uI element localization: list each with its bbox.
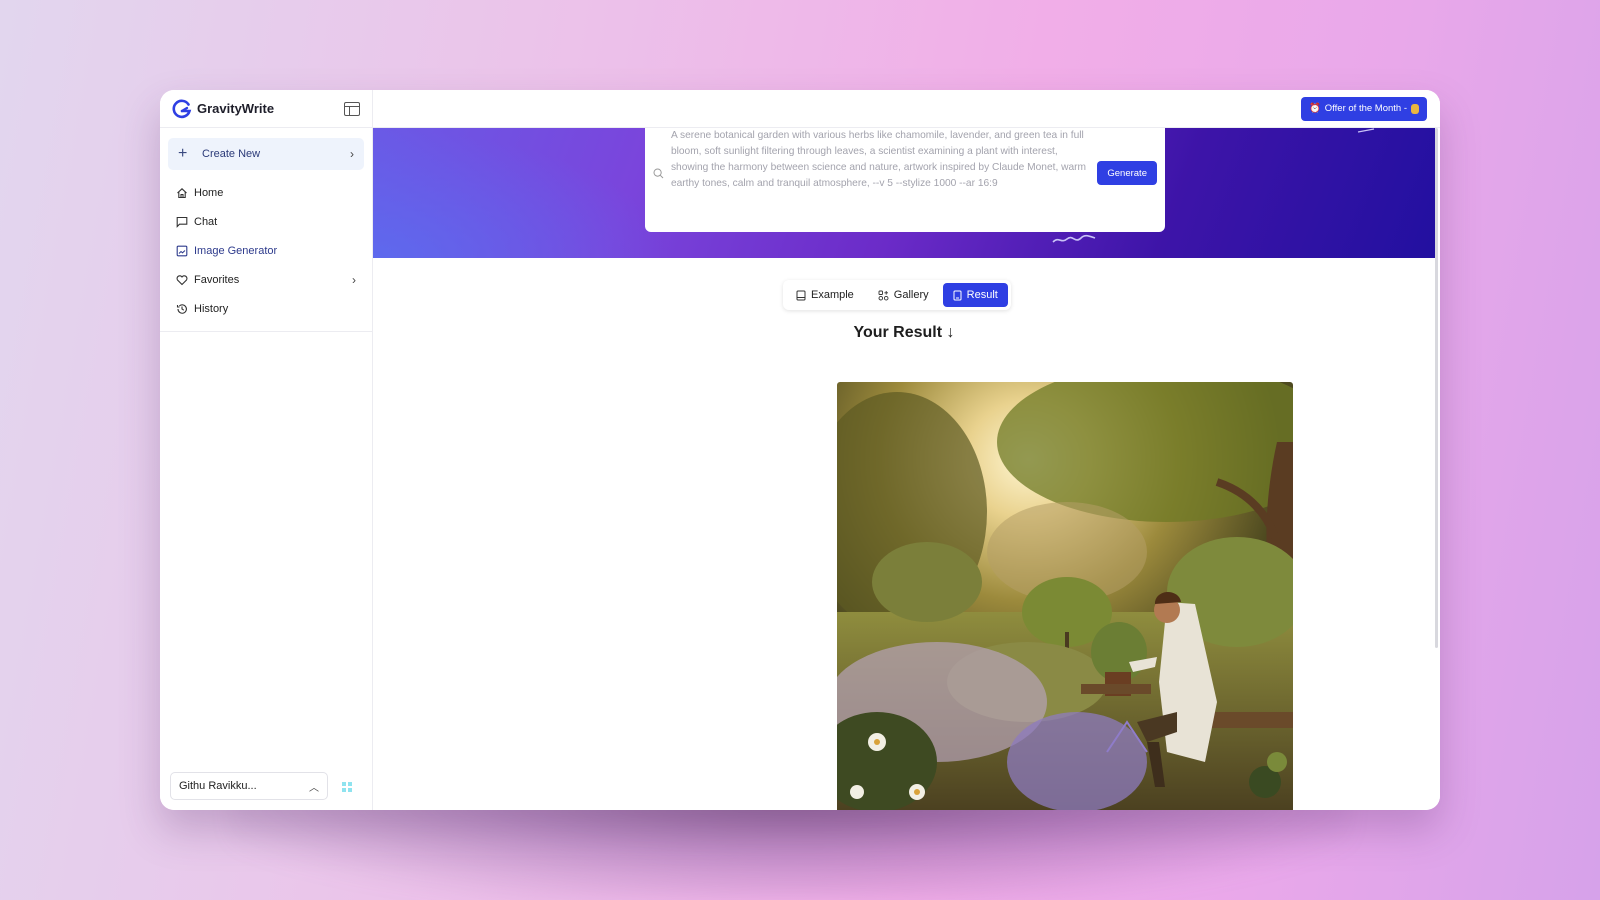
top-bar: ⏰ Offer of the Month - bbox=[373, 90, 1440, 128]
heart-icon bbox=[176, 273, 194, 287]
search-icon bbox=[653, 128, 671, 232]
plus-icon: + bbox=[178, 145, 188, 162]
history-icon bbox=[176, 302, 194, 316]
sidebar-item-label: Image Generator bbox=[194, 244, 278, 257]
sidebar-divider bbox=[160, 331, 372, 332]
prompt-card: A serene botanical garden with various h… bbox=[645, 128, 1165, 232]
gallery-icon bbox=[878, 290, 889, 300]
app-window: GravityWrite + Create New › Home Chat Im… bbox=[160, 90, 1440, 810]
scrollbar[interactable] bbox=[1435, 128, 1438, 648]
document-icon bbox=[953, 290, 962, 300]
sidebar-item-image-generator[interactable]: Image Generator bbox=[160, 236, 372, 265]
home-icon bbox=[176, 186, 194, 200]
offer-of-the-month-button[interactable]: ⏰ Offer of the Month - bbox=[1300, 96, 1427, 121]
sidebar: GravityWrite + Create New › Home Chat Im… bbox=[160, 90, 373, 810]
alarm-clock-icon: ⏰ bbox=[1308, 103, 1321, 114]
generated-painting bbox=[837, 382, 1293, 810]
sidebar-item-label: Chat bbox=[194, 215, 218, 228]
decorative-stroke-icon bbox=[1357, 128, 1375, 133]
hero-glow bbox=[373, 128, 673, 258]
tab-result[interactable]: Result bbox=[942, 283, 1008, 307]
brand-name: GravityWrite bbox=[197, 101, 275, 116]
create-new-button[interactable]: + Create New › bbox=[168, 138, 364, 170]
hero-banner: A serene botanical garden with various h… bbox=[373, 128, 1435, 258]
user-name: Githu Ravikku... bbox=[179, 780, 257, 792]
result-image[interactable] bbox=[837, 382, 1293, 810]
chevron-right-icon: › bbox=[352, 272, 356, 287]
view-tabs: Example Gallery Result bbox=[783, 280, 1011, 310]
decorative-squiggle-icon bbox=[1052, 234, 1096, 243]
user-account-select[interactable]: Githu Ravikku... ︿ bbox=[170, 772, 328, 800]
sidebar-item-history[interactable]: History bbox=[160, 294, 372, 323]
tab-example[interactable]: Example bbox=[786, 283, 864, 307]
book-icon bbox=[796, 290, 806, 300]
sidebar-item-label: History bbox=[194, 302, 229, 315]
result-heading: Your Result ↓ bbox=[853, 324, 955, 341]
create-new-label: Create New bbox=[202, 148, 261, 160]
sidebar-item-chat[interactable]: Chat bbox=[160, 207, 372, 236]
sidebar-item-label: Home bbox=[194, 186, 224, 199]
gift-icon bbox=[1411, 103, 1419, 114]
main-content: ⏰ Offer of the Month - A serene botanica… bbox=[373, 90, 1440, 810]
tab-label: Gallery bbox=[893, 289, 929, 301]
tab-gallery[interactable]: Gallery bbox=[868, 283, 939, 307]
prompt-input[interactable]: A serene botanical garden with various h… bbox=[671, 128, 1089, 232]
gravitywrite-logo-icon bbox=[172, 99, 192, 118]
chevron-right-icon: › bbox=[350, 147, 354, 161]
sidebar-item-label: Favorites bbox=[194, 273, 240, 286]
generate-button[interactable]: Generate bbox=[1097, 161, 1157, 185]
offer-label: Offer of the Month - bbox=[1324, 103, 1407, 114]
apps-grid-icon[interactable] bbox=[340, 780, 354, 794]
tab-label: Example bbox=[811, 289, 854, 301]
chevron-up-icon: ︿ bbox=[309, 782, 319, 794]
image-icon bbox=[176, 244, 194, 258]
brand-header: GravityWrite bbox=[160, 90, 372, 128]
tab-label: Result bbox=[966, 289, 998, 301]
chat-icon bbox=[176, 215, 194, 229]
sidebar-toggle-icon[interactable] bbox=[344, 101, 360, 116]
sidebar-item-home[interactable]: Home bbox=[160, 178, 372, 207]
sidebar-item-favorites[interactable]: Favorites › bbox=[160, 265, 372, 294]
